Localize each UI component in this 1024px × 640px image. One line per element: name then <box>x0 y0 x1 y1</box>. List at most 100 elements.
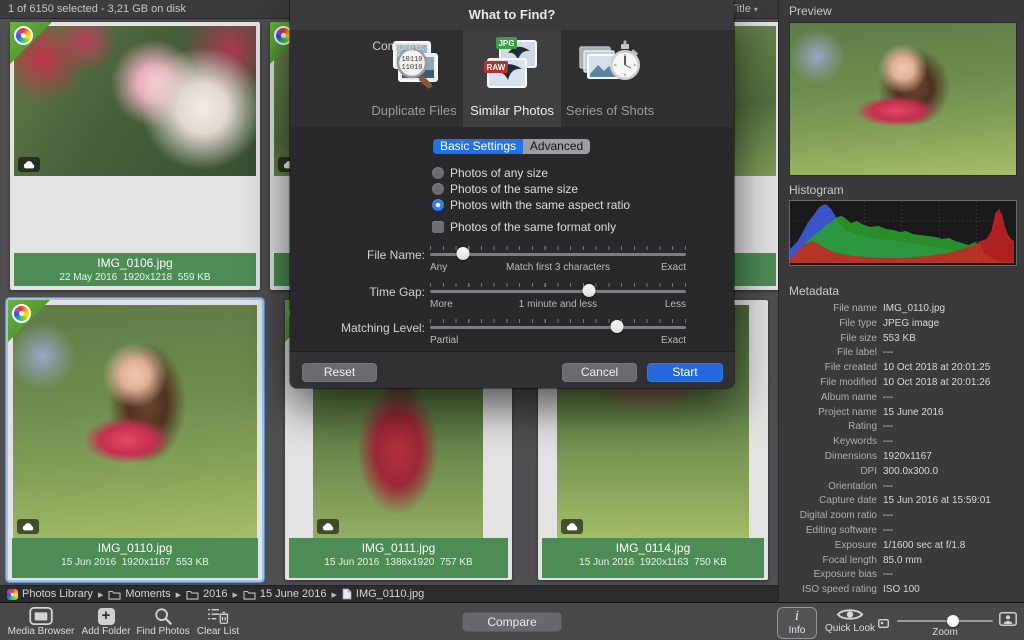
metadata-row: File name IMG_0110.jpg <box>779 302 1024 317</box>
metadata-key: Digital zoom ratio <box>779 509 877 524</box>
breadcrumb: Photos Library Moments 2016 15 June 2016… <box>0 585 778 602</box>
info-button[interactable]: i Info <box>777 607 817 639</box>
photo-info: 22 May 2016 1920x1218 559 KB <box>14 271 256 284</box>
dialog-footer: Reset Cancel Start <box>290 351 734 388</box>
cancel-button[interactable]: Cancel <box>562 363 637 382</box>
breadcrumb-item-moments[interactable]: Moments <box>108 588 170 600</box>
metadata-row: Focal length 85.0 mm <box>779 554 1024 569</box>
metadata-row: Editing software --- <box>779 524 1024 539</box>
tab-basic-settings[interactable]: Basic Settings <box>433 139 523 154</box>
slider-thumb[interactable] <box>582 284 595 297</box>
folder-icon <box>186 589 199 600</box>
quick-look-button[interactable]: Quick Look <box>821 607 879 637</box>
media-browser-button[interactable]: Media Browser <box>3 606 79 637</box>
breadcrumb-item-2016[interactable]: 2016 <box>186 588 227 600</box>
metadata-row: File created 10 Oct 2018 at 20:01:25 <box>779 361 1024 376</box>
breadcrumb-item-photos-library[interactable]: Photos Library <box>7 588 93 600</box>
breadcrumb-separator-icon <box>227 588 242 600</box>
photo-thumbnail <box>13 305 257 538</box>
icloud-icon <box>17 519 39 534</box>
metadata-key: Capture date <box>779 494 877 509</box>
start-button[interactable]: Start <box>647 363 723 382</box>
file-name-slider[interactable]: Any Match first 3 characters Exact <box>430 245 686 275</box>
slider-track[interactable] <box>430 326 686 329</box>
zoom-slider-thumb[interactable] <box>947 615 959 627</box>
tab-advanced[interactable]: Advanced <box>523 139 590 154</box>
breadcrumb-label: 15 June 2016 <box>260 588 327 600</box>
metadata-key: ISO speed rating <box>779 583 877 598</box>
slider-caption-right: Exact <box>661 335 686 346</box>
radio-icon[interactable] <box>432 183 444 195</box>
file-name-slider-row: File Name: Any Match first 3 characters … <box>290 245 734 275</box>
photo-card-img0110[interactable]: IMG_0110.jpg 15 Jun 2016 1920x1167 553 K… <box>8 300 262 580</box>
photosweeper-window: 1 of 6150 selected - 3,21 GB on disk by … <box>0 0 1024 640</box>
metadata-value: 15 Jun 2016 at 15:59:01 <box>883 494 991 509</box>
slider-track[interactable] <box>430 290 686 293</box>
breadcrumb-label: IMG_0110.jpg <box>356 588 424 600</box>
photo-info: 15 Jun 2016 1920x1167 553 KB <box>12 556 258 569</box>
add-folder-button[interactable]: + Add Folder <box>79 606 133 637</box>
option-label[interactable]: Photos of the same size <box>450 182 578 196</box>
option-photos-same-size[interactable]: Photos of the same size <box>432 182 578 196</box>
matching-level-label: Matching Level: <box>290 321 425 335</box>
inspector-panel: Preview Histogram Metadata File name IMG… <box>778 0 1024 602</box>
option-label[interactable]: Photos of any size <box>450 166 548 180</box>
metadata-key: Keywords <box>779 435 877 450</box>
metadata-row: Dimensions 1920x1167 <box>779 450 1024 465</box>
metadata-key: Dimensions <box>779 450 877 465</box>
time-gap-slider[interactable]: More 1 minute and less Less <box>430 282 686 312</box>
option-label[interactable]: Photos of the same format only <box>450 220 616 234</box>
metadata-key: Focal length <box>779 554 877 569</box>
metadata-key: Exposure <box>779 539 877 554</box>
zoom-slider[interactable] <box>897 620 993 622</box>
photo-caption: IMG_0114.jpg 15 Jun 2016 1920x1163 750 K… <box>542 538 764 578</box>
metadata-key: Album name <box>779 391 877 406</box>
breadcrumb-separator-icon <box>171 588 186 600</box>
histogram-chart <box>789 200 1017 266</box>
clear-list-button[interactable]: Clear List <box>192 606 244 637</box>
breadcrumb-item-15-june-2016[interactable]: 15 June 2016 <box>243 588 327 600</box>
info-label: Info <box>789 625 806 636</box>
photos-library-icon <box>7 589 18 600</box>
metadata-row: Rating --- <box>779 420 1024 435</box>
slider-ticks <box>430 319 686 323</box>
photo-card-img0106[interactable]: IMG_0106.jpg 22 May 2016 1920x1218 559 K… <box>10 22 260 290</box>
metadata-row: Orientation --- <box>779 480 1024 495</box>
time-gap-label: Time Gap: <box>290 285 425 299</box>
metadata-key: Project name <box>779 406 877 421</box>
breadcrumb-label: 2016 <box>203 588 227 600</box>
photo-filename: IMG_0106.jpg <box>14 255 256 271</box>
photo-thumbnail <box>14 26 256 176</box>
option-photos-any-size[interactable]: Photos of any size <box>432 166 548 180</box>
breadcrumb-separator-icon <box>327 588 342 600</box>
metadata-table: File name IMG_0110.jpg File type JPEG im… <box>779 302 1024 598</box>
slider-thumb[interactable] <box>457 247 470 260</box>
metadata-value: --- <box>883 435 893 450</box>
metadata-value: --- <box>883 568 893 583</box>
search-icon <box>154 606 172 625</box>
matching-level-slider[interactable]: Partial Exact <box>430 318 686 348</box>
jpg-badge: JPG <box>498 39 514 48</box>
checkbox-icon[interactable] <box>432 221 444 233</box>
photo-filename: IMG_0114.jpg <box>542 540 764 556</box>
metadata-key: Orientation <box>779 480 877 495</box>
photos-pinwheel-icon <box>14 26 33 45</box>
option-same-aspect-ratio[interactable]: Photos with the same aspect ratio <box>432 198 630 212</box>
metadata-row: Exposure 1/1600 sec at f/1.8 <box>779 539 1024 554</box>
breadcrumb-item-file[interactable]: IMG_0110.jpg <box>342 588 424 600</box>
compare-button[interactable]: Compare <box>462 612 562 632</box>
option-same-format-only[interactable]: Photos of the same format only <box>432 220 616 234</box>
photo-caption: IMG_0106.jpg 22 May 2016 1920x1218 559 K… <box>14 253 256 286</box>
radio-selected-icon[interactable] <box>432 199 444 211</box>
metadata-value: --- <box>883 524 893 539</box>
option-label[interactable]: Photos with the same aspect ratio <box>450 198 630 212</box>
reset-button[interactable]: Reset <box>302 363 377 382</box>
radio-icon[interactable] <box>432 167 444 179</box>
mode-series-of-shots[interactable]: Series of Shots <box>561 30 659 127</box>
metadata-row: Capture date 15 Jun 2016 at 15:59:01 <box>779 494 1024 509</box>
icloud-icon <box>317 519 339 534</box>
slider-caption-right: Less <box>665 299 686 310</box>
find-photos-button[interactable]: Find Photos <box>134 606 192 637</box>
slider-thumb[interactable] <box>610 320 623 333</box>
metadata-row: ISO speed rating ISO 100 <box>779 583 1024 598</box>
